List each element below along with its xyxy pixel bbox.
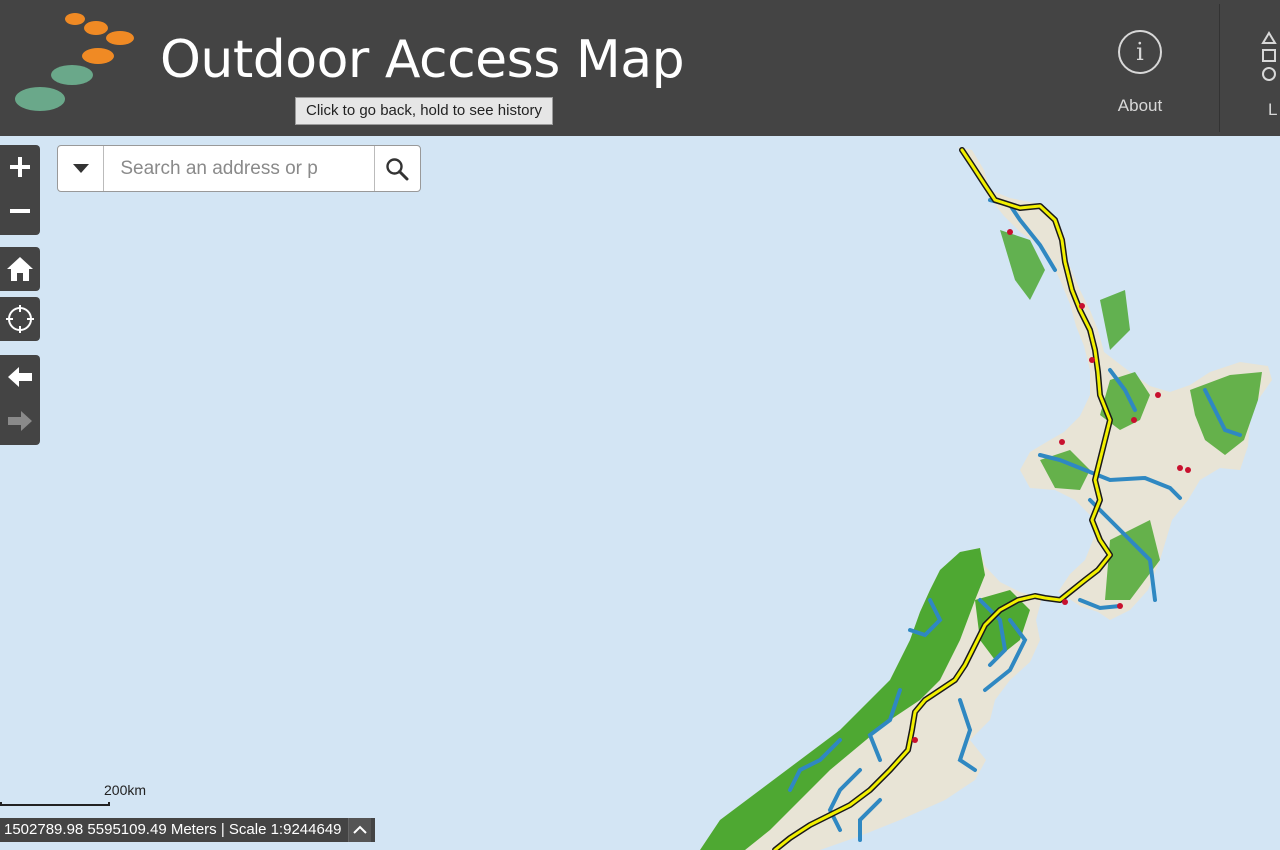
search-input[interactable] [104, 146, 374, 191]
home-button[interactable] [0, 247, 40, 291]
locate-control [0, 297, 40, 341]
plus-icon [10, 157, 30, 177]
north-island-forest [1000, 230, 1262, 600]
arrow-right-icon [8, 411, 32, 431]
app-title: Outdoor Access Map [160, 30, 685, 90]
history-controls [0, 355, 40, 445]
search-icon [386, 157, 409, 180]
chevron-up-icon [352, 825, 367, 834]
header-divider [1219, 4, 1220, 132]
scalebar-line [0, 802, 110, 806]
coordinate-readout: 1502789.98 5595109.49 Meters | Scale 1:9… [0, 818, 375, 842]
zoom-in-button[interactable] [0, 145, 40, 189]
back-button[interactable] [0, 355, 40, 399]
app-header: Outdoor Access Map i About L [0, 0, 1280, 136]
about-label: About [1117, 96, 1163, 115]
legend-button[interactable]: L [1258, 30, 1280, 130]
logo [15, 13, 134, 111]
forward-button[interactable] [0, 399, 40, 443]
scalebar-label: 200km [104, 782, 147, 798]
minus-icon [10, 209, 30, 213]
locate-button[interactable] [0, 297, 40, 341]
map-view[interactable] [0, 136, 1280, 850]
scalebar: 200km [0, 782, 146, 806]
search-button[interactable] [373, 146, 420, 191]
home-icon [7, 257, 33, 281]
search-source-dropdown[interactable] [58, 146, 105, 191]
info-icon: i [1118, 30, 1162, 74]
about-button[interactable]: i About [1100, 26, 1180, 126]
locate-icon [6, 305, 34, 333]
home-control [0, 247, 40, 291]
coordinate-toggle-button[interactable] [347, 818, 371, 842]
arrow-left-icon [8, 367, 32, 387]
zoom-controls [0, 145, 40, 235]
legend-icon [1261, 31, 1277, 81]
map-canvas[interactable] [0, 136, 1280, 850]
back-button-tooltip: Click to go back, hold to see history [295, 97, 553, 125]
legend-label: L [1268, 100, 1278, 119]
caret-down-icon [72, 163, 89, 173]
coordinate-text: 1502789.98 5595109.49 Meters | Scale 1:9… [4, 821, 342, 838]
search-widget [57, 145, 421, 192]
zoom-out-button[interactable] [0, 189, 40, 233]
